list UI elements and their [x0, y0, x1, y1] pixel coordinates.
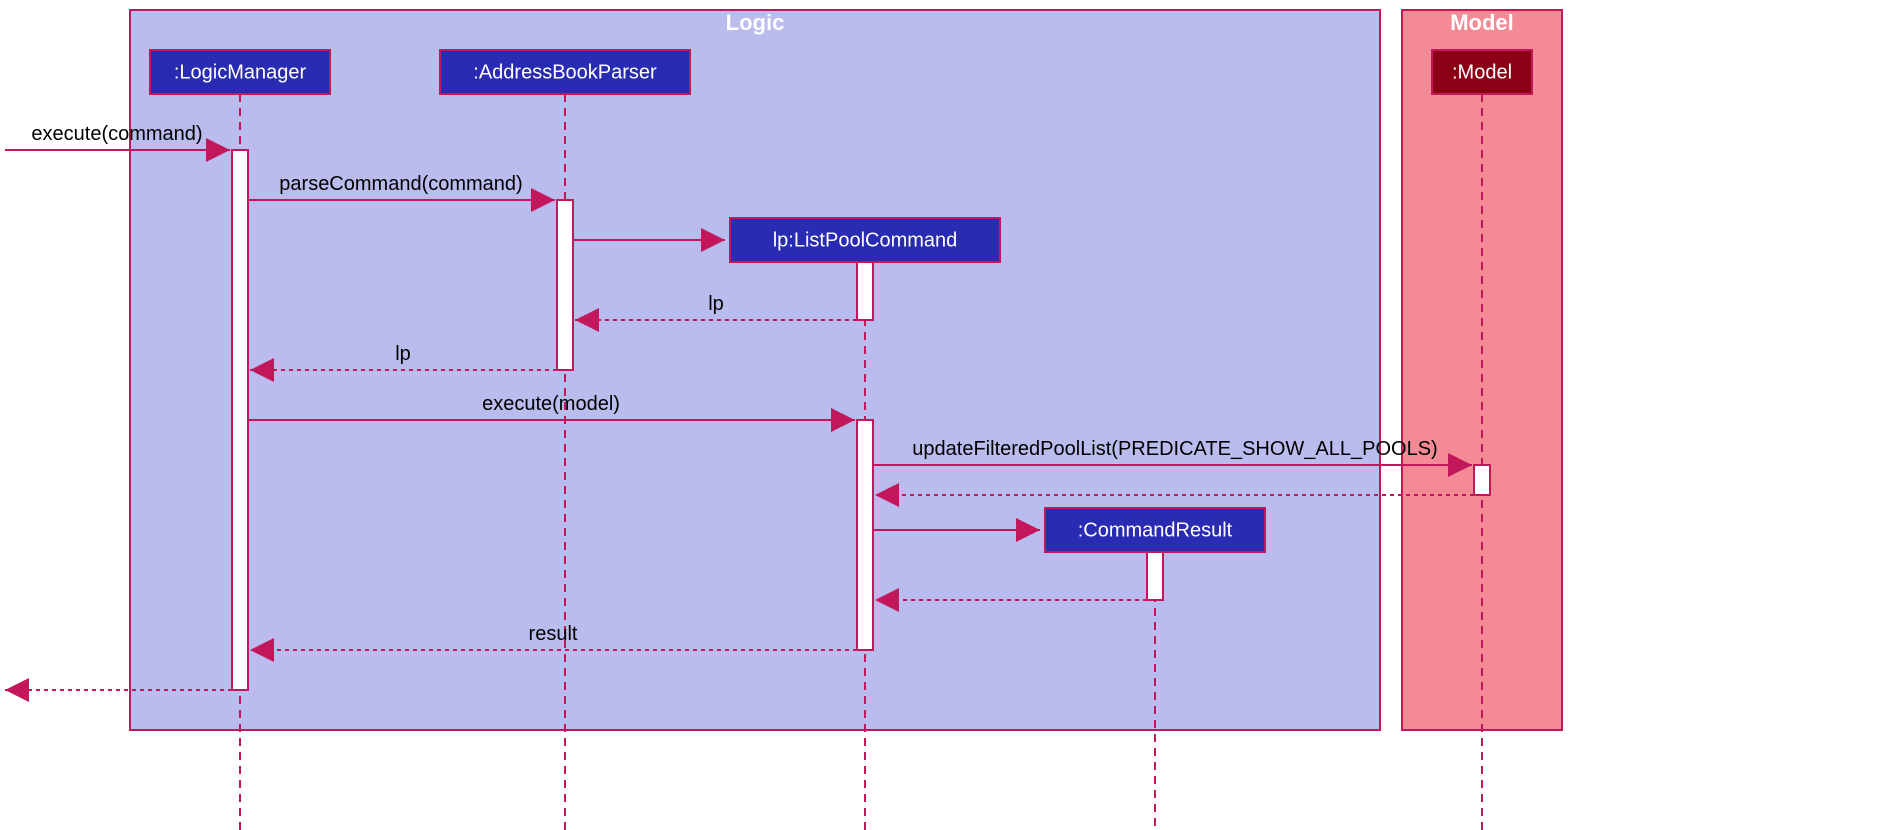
msg-execute-model: execute(model) [482, 393, 620, 415]
msg-update-filtered-pool-list: updateFilteredPoolList(PREDICATE_SHOW_AL… [912, 438, 1437, 460]
msg-parse-command: parseCommand(command) [279, 173, 522, 195]
participant-command-result-label: :CommandResult [1078, 519, 1233, 541]
sequence-diagram: Logic Model :LogicManager :AddressBookPa… [0, 0, 1886, 830]
activation-model [1474, 465, 1490, 495]
frame-model-label: Model [1450, 10, 1514, 35]
activation-logic-manager [232, 150, 248, 690]
participant-logic-manager-label: :LogicManager [174, 61, 307, 83]
participant-address-book-parser-label: :AddressBookParser [473, 61, 657, 83]
participant-list-pool-command-label: lp:ListPoolCommand [773, 229, 958, 251]
msg-return-lp2: lp [395, 343, 411, 365]
participant-model-label: :Model [1452, 61, 1512, 83]
activation-command-result [1147, 552, 1163, 600]
activation-address-book-parser [557, 200, 573, 370]
frame-logic-label: Logic [726, 10, 785, 35]
msg-execute-command: execute(command) [31, 123, 202, 145]
msg-return-lp1: lp [708, 293, 724, 315]
frame-logic [130, 10, 1380, 730]
msg-result: result [529, 623, 578, 645]
activation-list-pool-command-2 [857, 420, 873, 650]
frame-model [1402, 10, 1562, 730]
activation-list-pool-command-1 [857, 262, 873, 320]
